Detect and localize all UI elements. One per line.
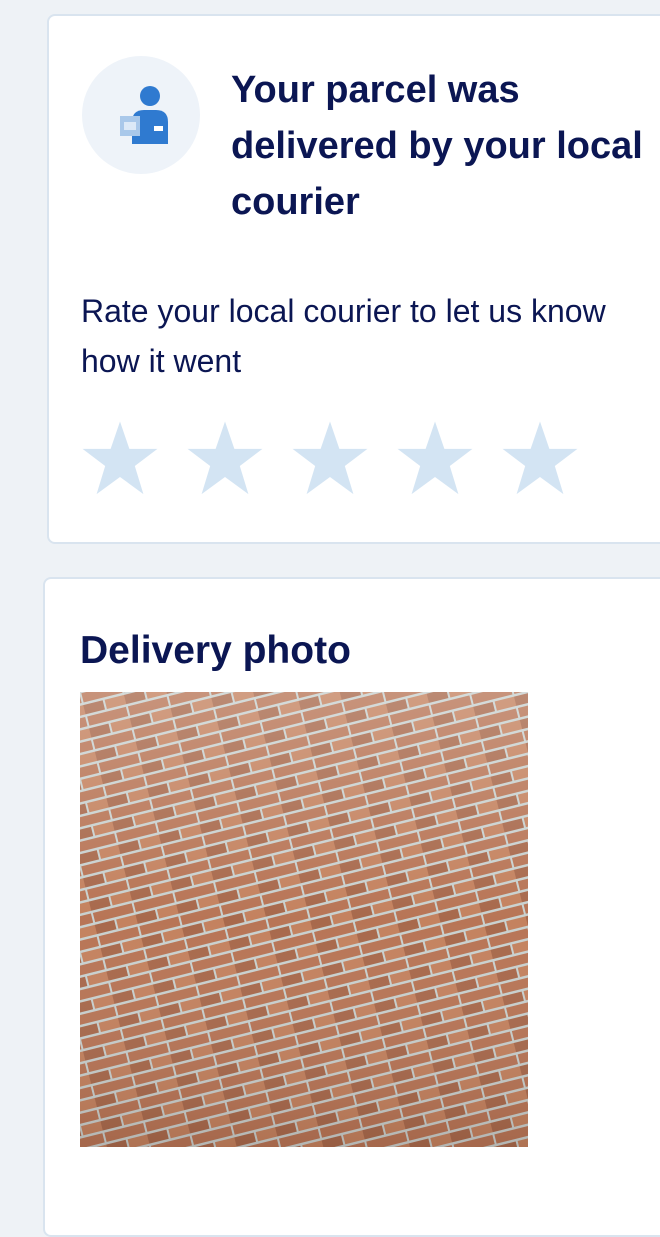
courier-delivery-title: Your parcel was delivered by your local …	[231, 69, 643, 223]
brick-wall-photo	[80, 692, 528, 1147]
courier-rating-card: Your parcel was delivered by your local …	[47, 14, 660, 544]
star-rating	[81, 420, 606, 498]
star-5-icon[interactable]	[501, 420, 579, 498]
star-4-icon[interactable]	[396, 420, 474, 498]
star-2-icon[interactable]	[186, 420, 264, 498]
courier-avatar	[82, 56, 200, 174]
star-1-icon[interactable]	[81, 420, 159, 498]
rate-courier-prompt: Rate your local courier to let us know h…	[81, 293, 606, 379]
delivery-photo[interactable]	[80, 692, 528, 1147]
delivery-photo-title: Delivery photo	[80, 629, 351, 672]
courier-with-parcel-icon	[120, 86, 168, 144]
delivery-photo-card: Delivery photo	[43, 577, 660, 1237]
star-3-icon[interactable]	[291, 420, 369, 498]
